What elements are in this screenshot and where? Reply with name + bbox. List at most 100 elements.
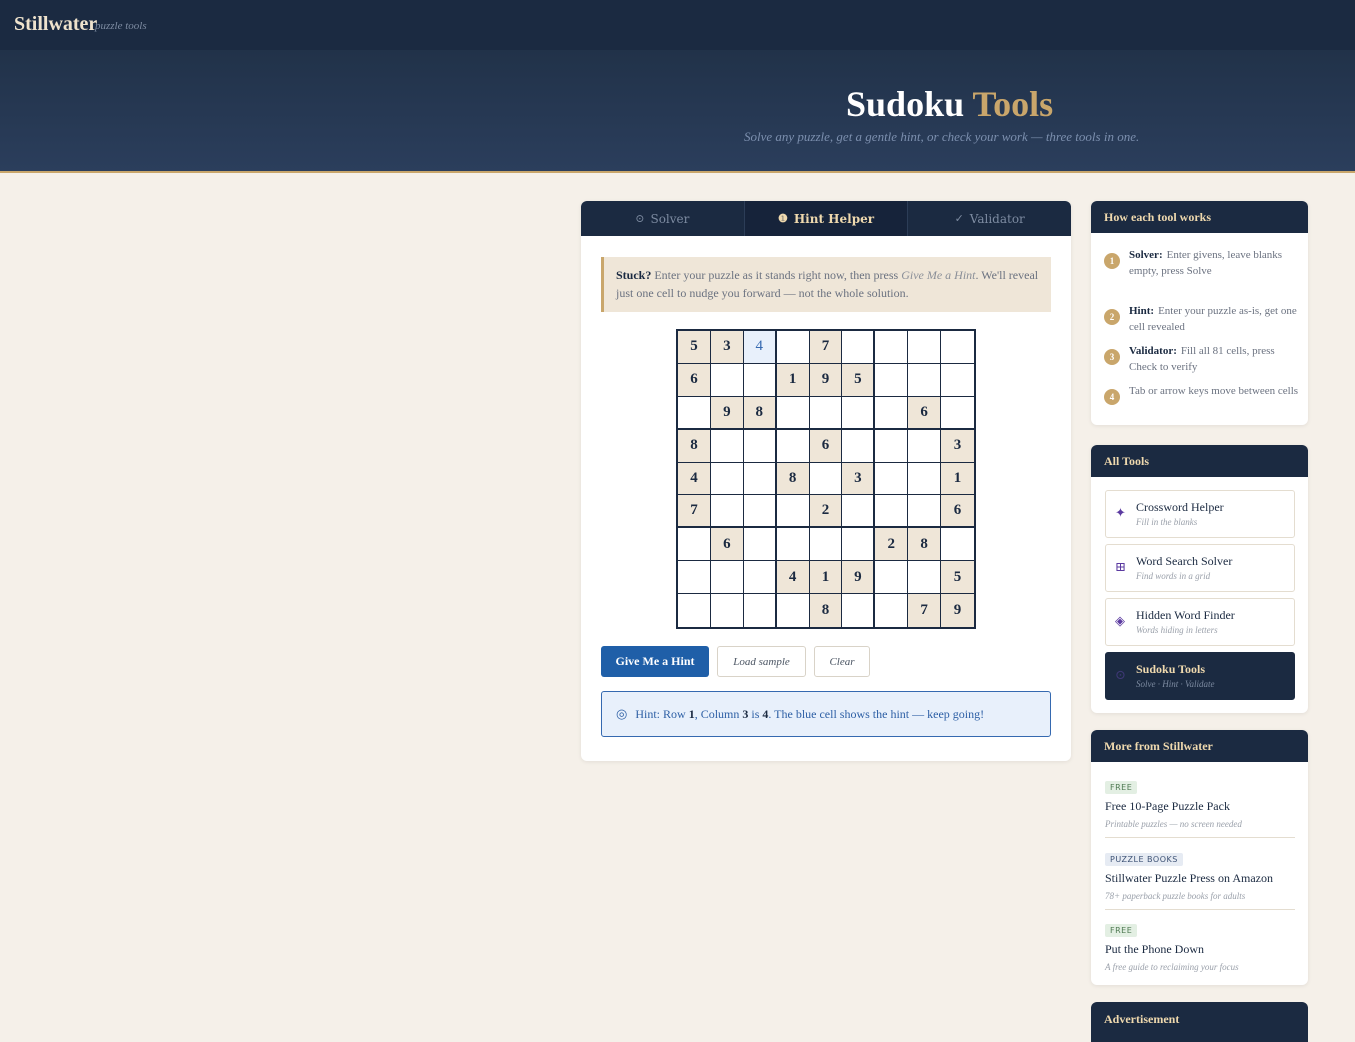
- sudoku-cell[interactable]: [743, 429, 777, 463]
- sudoku-cell[interactable]: [710, 462, 744, 496]
- promo-title[interactable]: Put the Phone Down: [1105, 942, 1295, 957]
- sudoku-cell[interactable]: 1: [776, 363, 810, 397]
- grid-icon: ⊞: [1115, 560, 1126, 575]
- sudoku-cell[interactable]: 5: [842, 363, 876, 397]
- sudoku-cell[interactable]: 9: [809, 363, 843, 397]
- sudoku-cell[interactable]: [743, 495, 777, 529]
- tool-crossword-helper[interactable]: ✦ Crossword Helper Fill in the blanks: [1105, 490, 1295, 538]
- tab-validator[interactable]: ✓ Validator: [908, 201, 1071, 236]
- tab-solver[interactable]: ⊙ Solver: [581, 201, 745, 236]
- sudoku-cell[interactable]: 8: [678, 429, 711, 463]
- sudoku-cell[interactable]: [776, 331, 810, 364]
- sudoku-cell[interactable]: 7: [908, 594, 942, 627]
- sudoku-cell[interactable]: [842, 331, 876, 364]
- sudoku-cell[interactable]: [875, 363, 909, 397]
- sudoku-cell[interactable]: 6: [941, 495, 974, 529]
- tool-sudoku-tools[interactable]: ⊙ Sudoku Tools Solve · Hint · Validate: [1105, 652, 1295, 700]
- sudoku-cell[interactable]: [743, 363, 777, 397]
- sudoku-cell[interactable]: [941, 528, 974, 562]
- sudoku-cell[interactable]: 2: [809, 495, 843, 529]
- sudoku-cell[interactable]: [710, 363, 744, 397]
- sudoku-cell[interactable]: [941, 396, 974, 430]
- sudoku-cell[interactable]: [809, 528, 843, 562]
- clear-button[interactable]: Clear: [814, 646, 870, 677]
- sudoku-cell[interactable]: 6: [678, 363, 711, 397]
- sudoku-cell[interactable]: [776, 429, 810, 463]
- tab-hint-helper[interactable]: ❶ Hint Helper: [744, 201, 909, 236]
- sudoku-cell[interactable]: [776, 495, 810, 529]
- sudoku-cell[interactable]: [875, 396, 909, 430]
- sudoku-cell[interactable]: [941, 363, 974, 397]
- sudoku-cell[interactable]: [842, 594, 876, 627]
- sudoku-cell[interactable]: [842, 429, 876, 463]
- sudoku-cell[interactable]: 3: [710, 331, 744, 364]
- sudoku-cell[interactable]: [908, 429, 942, 463]
- sudoku-cell[interactable]: [875, 331, 909, 364]
- sudoku-cell[interactable]: [842, 396, 876, 430]
- sudoku-cell[interactable]: [776, 594, 810, 627]
- sudoku-cell[interactable]: [776, 528, 810, 562]
- sudoku-cell[interactable]: 2: [875, 528, 909, 562]
- step-label: Solver:: [1129, 249, 1163, 261]
- sudoku-cell[interactable]: [842, 495, 876, 529]
- sudoku-cell[interactable]: [809, 462, 843, 496]
- promo-item[interactable]: FREE Free 10-Page Puzzle Pack Printable …: [1105, 775, 1295, 829]
- give-hint-button[interactable]: Give Me a Hint: [601, 646, 709, 677]
- brand-logo[interactable]: Stillwater: [14, 13, 97, 36]
- sudoku-cell[interactable]: [875, 429, 909, 463]
- sudoku-cell[interactable]: 6: [710, 528, 744, 562]
- sudoku-cell[interactable]: [908, 462, 942, 496]
- sudoku-cell[interactable]: 7: [809, 331, 843, 364]
- sudoku-cell[interactable]: 7: [678, 495, 711, 529]
- sudoku-cell[interactable]: [678, 396, 711, 430]
- sudoku-cell[interactable]: 4: [678, 462, 711, 496]
- sudoku-cell[interactable]: 3: [941, 429, 974, 463]
- sudoku-cell[interactable]: 6: [809, 429, 843, 463]
- tool-hidden-word-finder[interactable]: ◈ Hidden Word Finder Words hiding in let…: [1105, 598, 1295, 646]
- sudoku-cell[interactable]: [875, 561, 909, 595]
- sudoku-cell[interactable]: 9: [941, 594, 974, 627]
- sudoku-cell[interactable]: 6: [908, 396, 942, 430]
- promo-item[interactable]: PUZZLE BOOKS Stillwater Puzzle Press on …: [1105, 847, 1295, 901]
- sudoku-cell[interactable]: 5: [941, 561, 974, 595]
- sudoku-cell[interactable]: 8: [908, 528, 942, 562]
- sudoku-cell[interactable]: 4: [776, 561, 810, 595]
- sudoku-cell[interactable]: [776, 396, 810, 430]
- sudoku-cell[interactable]: [743, 528, 777, 562]
- promo-title[interactable]: Free 10-Page Puzzle Pack: [1105, 799, 1295, 814]
- sudoku-cell[interactable]: [743, 561, 777, 595]
- sudoku-cell[interactable]: [875, 594, 909, 627]
- sudoku-cell[interactable]: [678, 594, 711, 627]
- sudoku-cell[interactable]: [710, 561, 744, 595]
- sudoku-cell[interactable]: [710, 429, 744, 463]
- sudoku-cell[interactable]: 1: [941, 462, 974, 496]
- sudoku-cell[interactable]: [875, 462, 909, 496]
- sudoku-cell[interactable]: 5: [678, 331, 711, 364]
- sudoku-cell[interactable]: 8: [776, 462, 810, 496]
- sudoku-cell[interactable]: 8: [809, 594, 843, 627]
- sudoku-cell[interactable]: [678, 561, 711, 595]
- sudoku-cell[interactable]: [710, 495, 744, 529]
- sudoku-cell[interactable]: [842, 528, 876, 562]
- sudoku-cell[interactable]: 3: [842, 462, 876, 496]
- sudoku-cell[interactable]: [908, 363, 942, 397]
- tool-word-search-solver[interactable]: ⊞ Word Search Solver Find words in a gri…: [1105, 544, 1295, 592]
- promo-title[interactable]: Stillwater Puzzle Press on Amazon: [1105, 871, 1295, 886]
- sudoku-cell[interactable]: 8: [743, 396, 777, 430]
- sudoku-cell[interactable]: [908, 495, 942, 529]
- sudoku-cell[interactable]: [743, 594, 777, 627]
- sudoku-cell[interactable]: [908, 561, 942, 595]
- sudoku-cell-hint[interactable]: 4: [743, 331, 777, 364]
- promo-item[interactable]: FREE Put the Phone Down A free guide to …: [1105, 918, 1295, 972]
- sudoku-cell[interactable]: 9: [710, 396, 744, 430]
- load-sample-button[interactable]: Load sample: [717, 646, 806, 677]
- sudoku-cell[interactable]: [710, 594, 744, 627]
- sudoku-cell[interactable]: [908, 331, 942, 364]
- sudoku-cell[interactable]: 9: [842, 561, 876, 595]
- sudoku-cell[interactable]: [809, 396, 843, 430]
- sudoku-cell[interactable]: [678, 528, 711, 562]
- sudoku-cell[interactable]: [743, 462, 777, 496]
- sudoku-cell[interactable]: 1: [809, 561, 843, 595]
- sudoku-cell[interactable]: [941, 331, 974, 364]
- sudoku-cell[interactable]: [875, 495, 909, 529]
